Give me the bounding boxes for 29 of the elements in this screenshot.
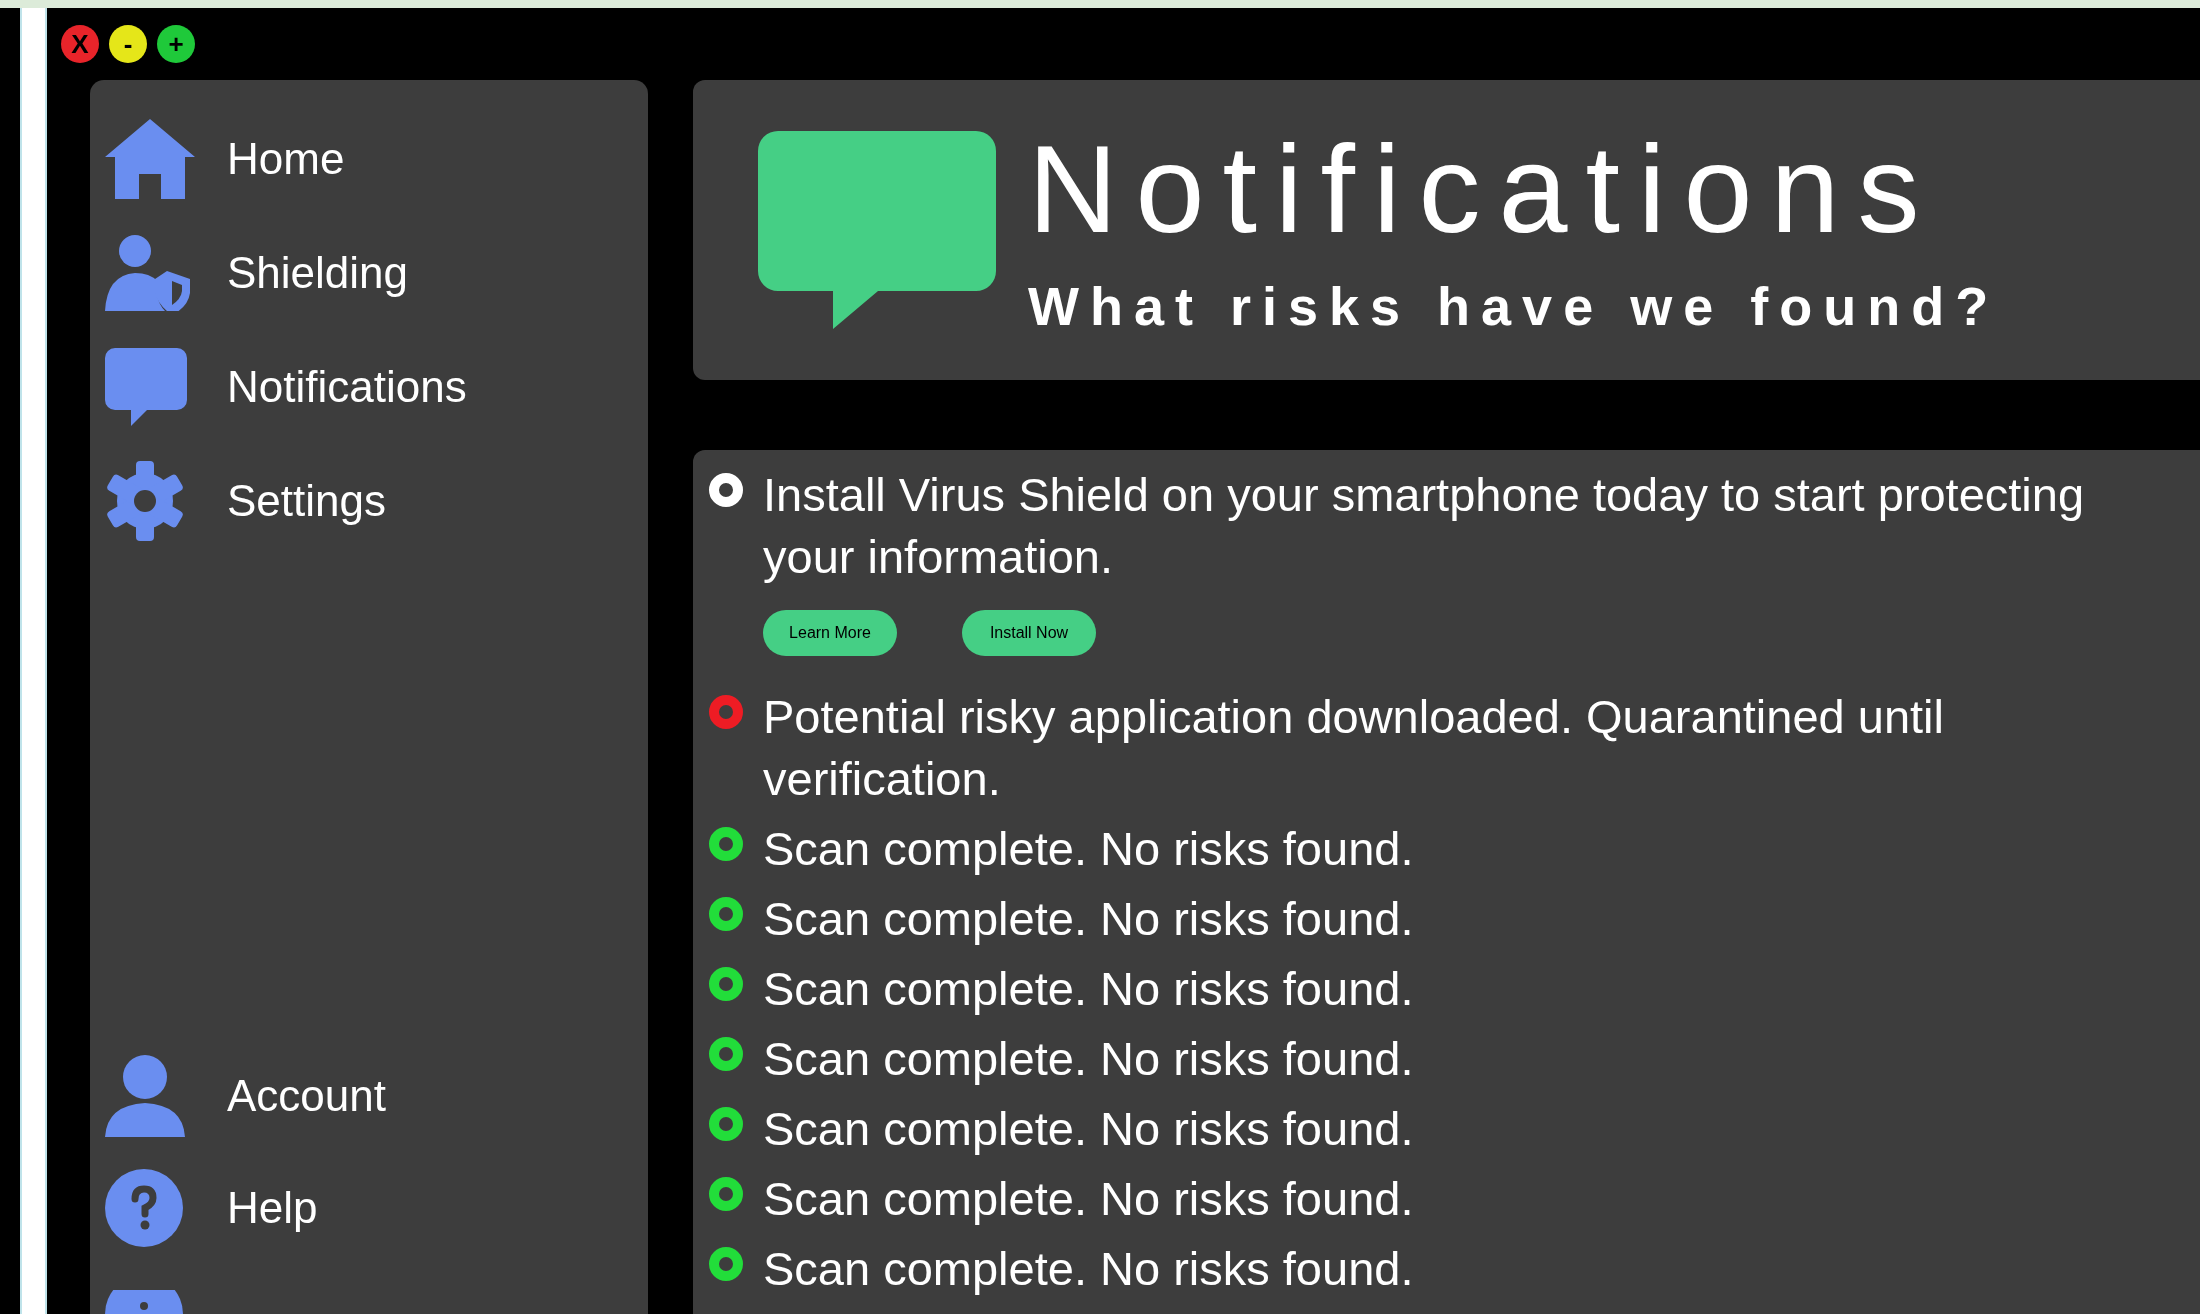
window-control-button[interactable]: + <box>157 25 195 63</box>
notification-text: Scan complete. No risks found. <box>763 1031 1414 1087</box>
action-button[interactable]: Install Now <box>962 610 1096 656</box>
sidebar-item[interactable]: Shielding <box>227 251 409 295</box>
sidebar-item[interactable]: Settings <box>227 479 386 523</box>
notification-text: Scan complete. No risks found. <box>763 1171 1414 1227</box>
sidebar-item[interactable]: Help <box>227 1186 318 1230</box>
notification-text: Scan complete. No risks found. <box>763 891 1414 947</box>
help-icon <box>105 1169 183 1247</box>
notification-text: Scan complete. No risks found. <box>763 821 1414 877</box>
notification-text: Scan complete. No risks found. <box>763 1241 1414 1297</box>
settings-icon <box>105 461 185 541</box>
user-shield-icon <box>105 235 190 311</box>
page-subtitle: What risks have we found? <box>1028 279 2000 333</box>
sidebar-item[interactable]: Account <box>227 1074 386 1118</box>
notification-text: Scan complete. No risks found. <box>763 961 1414 1017</box>
speech-bubble-icon <box>105 348 187 426</box>
sidebar-item[interactable]: Notifications <box>227 365 467 409</box>
account-icon <box>105 1055 185 1137</box>
action-button[interactable]: Learn More <box>763 610 897 656</box>
home-icon <box>105 119 195 199</box>
sidebar-item[interactable]: Home <box>227 137 345 181</box>
page-title: Notifications <box>1028 127 1939 251</box>
window-control-button[interactable]: X <box>61 25 99 63</box>
notification-text: Potential risky application downloaded. Quarantined until verification. <box>763 689 1945 807</box>
notification-text: Install Virus Shield on your smartphone today to start protecting your information. <box>763 467 2086 585</box>
window-control-button[interactable]: - <box>109 25 147 63</box>
speech-bubble-icon <box>758 131 996 329</box>
notification-text: Scan complete. No risks found. <box>763 1101 1414 1157</box>
